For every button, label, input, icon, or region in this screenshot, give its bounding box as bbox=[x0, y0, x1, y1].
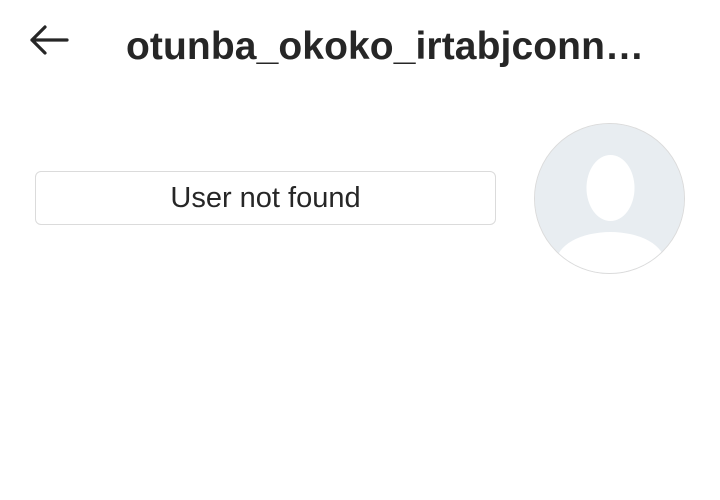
status-message: User not found bbox=[170, 181, 361, 214]
top-bar: otunba_okoko_irtabjconn… bbox=[0, 0, 720, 96]
arrow-left-icon bbox=[30, 25, 69, 55]
page-title: otunba_okoko_irtabjconn… bbox=[126, 25, 645, 68]
back-button[interactable] bbox=[26, 20, 72, 60]
default-avatar-icon bbox=[535, 124, 684, 273]
user-not-found-notice: User not found bbox=[35, 171, 496, 225]
avatar[interactable] bbox=[534, 123, 685, 274]
